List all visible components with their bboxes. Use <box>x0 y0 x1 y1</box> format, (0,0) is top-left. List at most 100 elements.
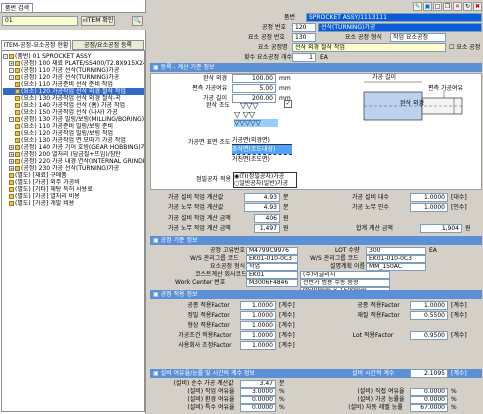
collapse-icon[interactable]: - <box>9 68 14 73</box>
tree-node[interactable]: (별도) [가공] 열처리 비용 <box>3 193 144 200</box>
collapse-icon[interactable]: - <box>9 117 14 122</box>
precision-option-2[interactable]: ○일반공차(일반)가공 <box>234 180 296 187</box>
process-row-field[interactable]: EK01-010-0C3 <box>246 255 298 263</box>
factor-field[interactable]: 1.0000 <box>240 341 276 350</box>
factor-right-field[interactable]: 1.0000 <box>410 301 448 310</box>
process-row-field[interactable]: M3006F4846 <box>246 279 298 287</box>
surface-option-3[interactable]: 거친면(조도면) <box>232 154 292 163</box>
tree-node-label: (별도) [가공] 열처리 비용 <box>15 193 80 200</box>
tree-node-label: (공정) 140 가공 기어 호빙(GEAR HOBBING)가 <box>21 144 144 151</box>
tree-node[interactable]: (별도) [재료] 구매품 <box>3 172 144 179</box>
calc-time-right-field[interactable]: 1.0000 <box>410 193 448 202</box>
equip-unit: % <box>279 388 285 395</box>
surface-option-2[interactable]: 초삭면(조도대상) <box>232 145 292 154</box>
finish-symbols[interactable]: ▽▽▽ ▽ ▽▽ ▽▽▽▽▽ <box>232 99 280 133</box>
equip-right-field[interactable]: 67.0000 <box>410 404 448 412</box>
expand-icon[interactable]: + <box>9 159 14 164</box>
factor-right-field[interactable]: 0.9500 <box>410 331 448 340</box>
expand-icon[interactable]: + <box>9 152 14 157</box>
collapse-icon[interactable]: - <box>9 75 14 80</box>
new-icon[interactable]: □ <box>433 2 442 11</box>
tree-node[interactable]: (요소) 150 가공작업 선삭 (나사) 가공 <box>3 109 144 116</box>
tree-node[interactable]: (별도) [가공] 외주 가공비 <box>3 179 144 186</box>
elem-qty-field[interactable]: 1 <box>292 53 316 62</box>
total-field[interactable]: 1,904 <box>420 224 462 233</box>
tab-register[interactable]: 공정/요소공정 등록 <box>72 40 144 50</box>
tree-node-label: (공정) 200 열처리 (담금질+뜨임)/침탄 <box>21 151 121 158</box>
collapse-icon[interactable]: - <box>3 54 8 59</box>
calc-input-field[interactable]: 5.00 <box>232 84 276 93</box>
calc-time-field[interactable]: 4.93 <box>244 193 280 202</box>
elem-no-field[interactable]: 130 <box>292 33 316 42</box>
equip-coef-label: 설비 시간적 계수 <box>352 370 395 377</box>
part-search-input[interactable]: 01 <box>2 16 78 26</box>
equip-right-field[interactable]: 0.0000 <box>410 388 448 396</box>
factor-right-field[interactable]: 0.5500 <box>410 311 448 320</box>
factor-field[interactable]: 1.0000 <box>240 301 276 310</box>
tree-node[interactable]: (요소) 130 가공작업 면 모따기 가공 작업 <box>3 137 144 144</box>
proc-no-field[interactable]: 120 <box>292 23 316 32</box>
proc-name-field[interactable]: 선삭(TURNING)가공 <box>318 23 482 32</box>
process-row-field[interactable]: 작업 <box>246 263 298 271</box>
factor-field[interactable]: 1.0000 <box>240 331 276 340</box>
calc-amount-field[interactable]: 406 <box>254 214 280 223</box>
close-icon[interactable]: ✖ <box>473 2 482 11</box>
tree-node[interactable]: + (공정) 230 가공 선삭(TURNING)가공 <box>3 165 144 172</box>
tree-node[interactable]: (요소) 130 가공작업 선삭 외경 절삭-곡 <box>3 95 144 102</box>
tab-tree[interactable]: ITEM-공정-요소공정 현황 <box>1 40 71 50</box>
calc-time-field[interactable]: 4.93 <box>244 203 280 212</box>
calc-amount-field[interactable]: 1,497 <box>254 224 280 233</box>
item-confirm-button[interactable]: ⌕ITEM 확인 <box>81 16 115 26</box>
surface-option-1[interactable]: 가공면(외경면) <box>232 136 292 145</box>
expand-icon[interactable]: + <box>9 145 14 150</box>
finish-checkbox[interactable]: ✓ <box>284 100 292 108</box>
elem-name-field[interactable]: 선삭 외경 절삭 작업 <box>292 43 446 52</box>
equip-field[interactable]: 3.47 <box>240 380 276 388</box>
precision-option-1[interactable]: ◉ITI(정밀공차)가공 <box>234 173 296 180</box>
factors-section-title: ▣ 공정 적용 정보 <box>150 290 482 299</box>
tree-node[interactable]: + (공정) 200 열처리 (담금질+뜨임)/침탄 <box>3 151 144 158</box>
tree-node[interactable]: - (공정) 120 가공 선삭(TURNING)가공 <box>3 74 144 81</box>
equip-field[interactable]: 3.0000 <box>240 388 276 396</box>
copy-icon[interactable]: ❐ <box>443 2 452 11</box>
factor-field[interactable]: 1.0000 <box>240 311 276 320</box>
refresh-icon[interactable]: ↻ <box>463 2 472 11</box>
expand-icon[interactable]: + <box>9 61 14 66</box>
tree-node[interactable]: (요소) 120 가공작업 선삭 외경 절삭 작업 <box>3 88 144 95</box>
tree-node[interactable]: (요소) 110 가공준비 선삭 준비 작업 <box>3 81 144 88</box>
process-right-field[interactable]: MM_150AC <box>366 263 426 271</box>
save-icon[interactable]: ▣ <box>423 2 432 11</box>
expand-icon[interactable]: + <box>9 166 14 171</box>
equip-field[interactable]: 0.0000 <box>240 404 276 412</box>
tree-node[interactable]: - (공정) 110 가공 선삭(TURNING)가공 <box>3 67 144 74</box>
process-right-field[interactable]: 선반가 범용 수동 중형 <box>300 279 390 287</box>
elem-check[interactable]: ☐ 요소 공정 <box>449 43 480 52</box>
factor-unit: [계수] <box>279 302 295 309</box>
tree-node[interactable]: - (공정) 130 가공 밀링/보링(MILLING/BORING) <box>3 116 144 123</box>
tree-node[interactable]: - (품번) 01 SPROCKET ASSY <box>3 53 144 60</box>
tree-node[interactable]: (요소) 110 가공준비 밀링/보링 준비 <box>3 123 144 130</box>
delete-icon[interactable]: ✕ <box>453 2 462 11</box>
process-right-field[interactable]: 300 <box>366 247 426 255</box>
tree-node[interactable]: (요소) 120 가공작업 밀링/보링 작업 <box>3 130 144 137</box>
elem-type-field[interactable]: 작업 요소공정 <box>390 33 446 42</box>
equip-field[interactable]: 0.0000 <box>240 396 276 404</box>
tree-node[interactable]: + (공정) 220 가공 내경 연삭(INTERNAL GRINDI <box>3 158 144 165</box>
tree-node[interactable]: (별도) [기타] 재탕 특허 사용료 <box>3 186 144 193</box>
equip-right-field[interactable]: 0.0000 <box>410 396 448 404</box>
edit-icon[interactable]: ✎ <box>413 2 422 11</box>
process-right-field[interactable]: (주)이글리치 <box>300 271 390 279</box>
process-row-field[interactable]: EK01 <box>246 271 298 279</box>
factor-field[interactable]: 1.0000 <box>240 321 276 330</box>
calc-time-right-field[interactable]: 1.0000 <box>410 203 448 212</box>
process-row-field[interactable]: M4799C9976 <box>246 247 298 255</box>
search-icon-button[interactable]: 🔍 <box>132 16 143 26</box>
tree-node[interactable]: + (공정) 100 재료 PLATE/SS400/T2.8X915X24-30 <box>3 60 144 67</box>
tree-node[interactable]: + (공정) 140 가공 기어 호빙(GEAR HOBBING)가 <box>3 144 144 151</box>
part-field[interactable]: SPROCKET ASSY/1113111 <box>306 13 482 22</box>
process-right-field[interactable]: EK01-010-0C3 <box>366 255 426 263</box>
tree-node[interactable]: (요소) 140 가공작업 선삭 (홈) 가공 작업 <box>3 102 144 109</box>
calc-input-field[interactable]: 100.00 <box>232 74 276 83</box>
equip-coef-field[interactable]: 2.1095 <box>410 369 448 378</box>
tree-node[interactable]: (별도) [가공] 개발 비용 <box>3 200 144 207</box>
